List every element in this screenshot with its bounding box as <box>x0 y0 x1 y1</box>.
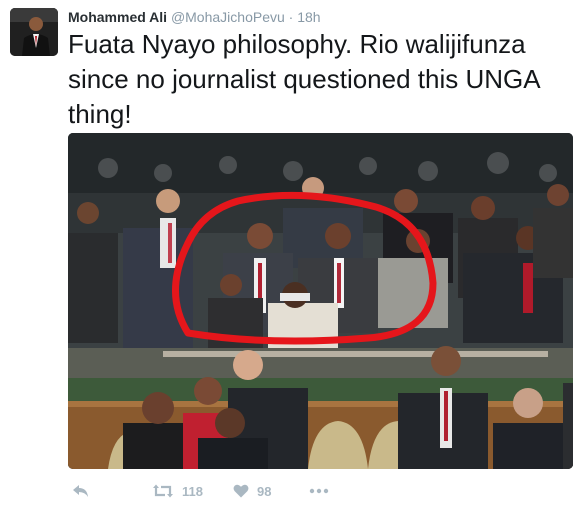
reply-icon <box>72 484 90 498</box>
avatar[interactable] <box>10 8 58 56</box>
timestamp[interactable]: 18h <box>297 9 320 25</box>
tweet-photo[interactable] <box>68 133 573 469</box>
retweet-icon <box>152 484 174 498</box>
user-name[interactable]: Mohammed Ali <box>68 9 167 25</box>
like-count: 98 <box>256 483 272 499</box>
tweet-header: Mohammed Ali @MohaJichoPevu · 18h <box>68 8 321 26</box>
like-button[interactable]: 98 <box>233 484 271 499</box>
tweet-actions: 118 98 <box>68 478 573 504</box>
user-handle[interactable]: @MohaJichoPevu <box>171 9 285 25</box>
more-icon <box>309 488 329 494</box>
reply-button[interactable] <box>72 484 90 498</box>
retweet-button[interactable]: 118 <box>152 484 203 499</box>
separator: · <box>288 9 294 25</box>
heart-icon <box>233 484 249 498</box>
more-button[interactable] <box>309 488 329 494</box>
retweet-count: 118 <box>182 483 203 499</box>
tweet-text: Fuata Nyayo philosophy. Rio walijifunza … <box>68 29 540 129</box>
